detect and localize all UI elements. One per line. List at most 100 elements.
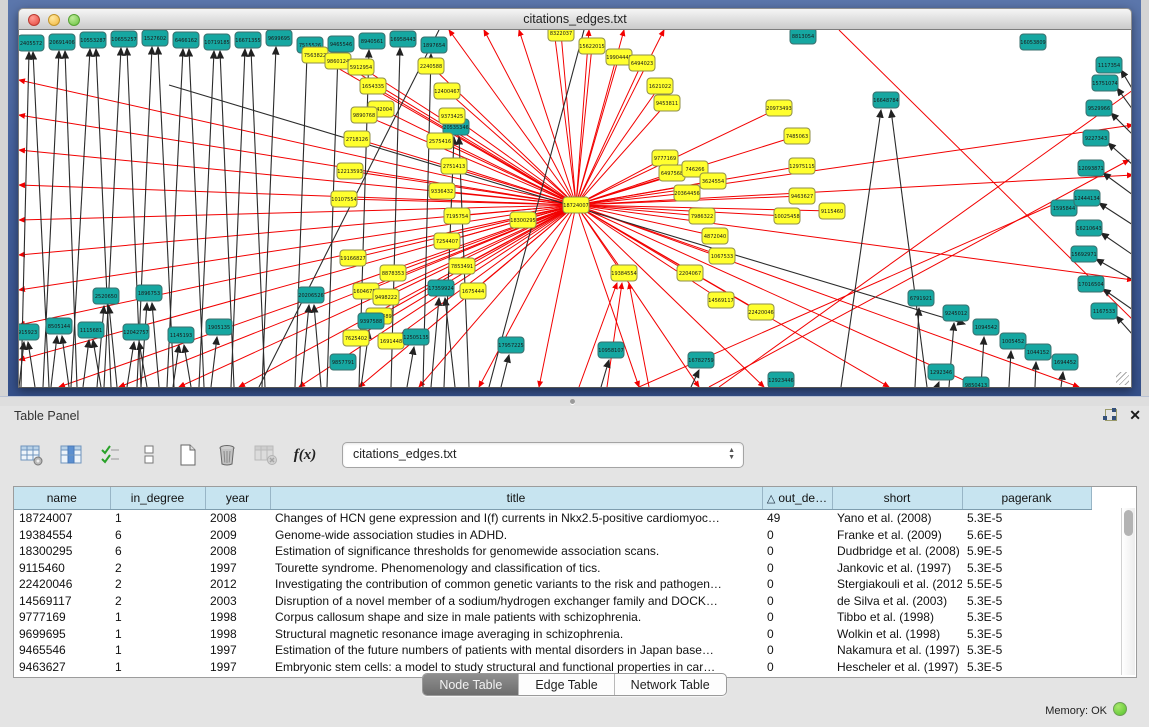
graph-node[interactable]: 12975115: [789, 158, 815, 174]
graph-node[interactable]: 2204067: [677, 265, 703, 281]
graph-node[interactable]: 19904448: [606, 49, 632, 65]
graph-node[interactable]: 16210643: [1076, 220, 1102, 236]
graph-edge[interactable]: [373, 86, 576, 205]
table-selector-dropdown[interactable]: citations_edges.txt ▲▼: [342, 442, 744, 468]
table-cell[interactable]: 0: [762, 609, 832, 626]
graph-node[interactable]: 9245012: [943, 305, 969, 321]
table-row[interactable]: 1938455462009Genome-wide association stu…: [14, 527, 1091, 544]
table-cell[interactable]: 9115460: [14, 560, 110, 577]
graph-edge[interactable]: [173, 345, 179, 387]
graph-edge[interactable]: [719, 90, 1132, 387]
graph-node[interactable]: 9465546: [328, 36, 354, 52]
graph-node[interactable]: 20691406: [49, 34, 75, 50]
graph-edge[interactable]: [576, 30, 589, 205]
graph-node[interactable]: 9860124: [325, 53, 351, 69]
graph-edge[interactable]: [93, 340, 101, 387]
graph-edge[interactable]: [301, 305, 309, 387]
table-row[interactable]: 1830029562008Estimation of significance …: [14, 543, 1091, 560]
graph-node[interactable]: 7986322: [689, 208, 715, 224]
graph-edge[interactable]: [579, 283, 617, 387]
new-column-button[interactable]: [174, 441, 202, 469]
graph-edge[interactable]: [184, 345, 191, 387]
graph-node[interactable]: 1675444: [460, 283, 486, 299]
table-cell[interactable]: 5.3E-5: [962, 642, 1091, 659]
graph-node[interactable]: 9850413: [963, 377, 989, 387]
graph-node[interactable]: 16958443: [390, 31, 416, 47]
graph-node[interactable]: 2575416: [427, 133, 453, 149]
graph-edge[interactable]: [239, 205, 576, 387]
zoom-window-button[interactable]: [68, 14, 80, 26]
graph-node[interactable]: 1292346: [928, 364, 954, 380]
graph-node[interactable]: 1595844: [1051, 200, 1077, 216]
table-cell[interactable]: 1998: [205, 609, 270, 626]
graph-edge[interactable]: [576, 205, 1079, 387]
graph-node[interactable]: 2751413: [441, 158, 467, 174]
graph-node[interactable]: 7563822: [302, 47, 328, 63]
table-cell[interactable]: 6: [110, 543, 205, 560]
graph-edge[interactable]: [915, 308, 919, 387]
attribute-table-container[interactable]: namein_degreeyeartitle△out_de…shortpager…: [13, 486, 1137, 678]
function-builder-button[interactable]: f(x): [291, 441, 319, 469]
graph-node[interactable]: 10107554: [331, 191, 357, 207]
graph-edge[interactable]: [152, 303, 159, 387]
graph-node[interactable]: 6466162: [173, 32, 199, 48]
table-cell[interactable]: 9465546: [14, 642, 110, 659]
column-header-short[interactable]: short: [832, 487, 962, 510]
graph-edge[interactable]: [431, 298, 439, 387]
graph-node[interactable]: 9463627: [789, 188, 815, 204]
table-cell[interactable]: 9777169: [14, 609, 110, 626]
table-cell[interactable]: 5.3E-5: [962, 560, 1091, 577]
graph-edge[interactable]: [141, 303, 147, 387]
table-cell[interactable]: 5.3E-5: [962, 593, 1091, 610]
table-cell[interactable]: 0: [762, 576, 832, 593]
table-cell[interactable]: Disruption of a novel member of a sodium…: [270, 593, 762, 610]
graph-node[interactable]: 9529966: [1086, 100, 1112, 116]
table-cell[interactable]: Estimation of the future numbers of pati…: [270, 642, 762, 659]
table-cell[interactable]: Nakamura et al. (1997): [832, 642, 962, 659]
graph-node[interactable]: 9453811: [654, 95, 680, 111]
graph-node[interactable]: 7485063: [784, 128, 810, 144]
table-cell[interactable]: 5.3E-5: [962, 510, 1091, 527]
table-cell[interactable]: 19384554: [14, 527, 110, 544]
graph-node[interactable]: 1145193: [168, 327, 194, 343]
table-cell[interactable]: Stergiakouli et al. (2012): [832, 576, 962, 593]
table-cell[interactable]: 5.3E-5: [962, 626, 1091, 643]
graph-node[interactable]: 1115681: [78, 322, 104, 338]
graph-node[interactable]: 9890768: [351, 107, 377, 123]
table-cell[interactable]: 2012: [205, 576, 270, 593]
table-cell[interactable]: Wolkin et al. (1998): [832, 626, 962, 643]
table-cell[interactable]: 6: [110, 527, 205, 544]
table-vertical-scrollbar[interactable]: [1121, 508, 1135, 675]
graph-node[interactable]: 8940561: [359, 33, 385, 49]
graph-node[interactable]: 9777169: [652, 150, 678, 166]
column-header-pagerank[interactable]: pagerank: [962, 487, 1091, 510]
graph-edge[interactable]: [576, 205, 639, 387]
graph-node[interactable]: 1897654: [421, 37, 447, 53]
graph-edge[interactable]: [1035, 362, 1036, 387]
network-canvas[interactable]: 2405572206914061055328710655257152760264…: [18, 30, 1132, 388]
select-all-button[interactable]: [96, 441, 124, 469]
table-cell[interactable]: 2008: [205, 543, 270, 560]
graph-node[interactable]: 12093871: [1078, 160, 1104, 176]
tab-network-table[interactable]: Network Table: [614, 674, 726, 695]
graph-node[interactable]: 1044152: [1025, 344, 1051, 360]
graph-node[interactable]: 8813054: [790, 30, 816, 44]
graph-edge[interactable]: [407, 347, 414, 387]
graph-node[interactable]: 22420046: [748, 304, 774, 320]
graph-edge[interactable]: [83, 340, 89, 387]
table-cell[interactable]: 14569117: [14, 593, 110, 610]
table-cell[interactable]: Dudbridge et al. (2008): [832, 543, 962, 560]
table-cell[interactable]: 49: [762, 510, 832, 527]
resize-grip[interactable]: [1116, 372, 1129, 385]
graph-node[interactable]: 1694452: [1052, 354, 1078, 370]
graph-edge[interactable]: [251, 49, 265, 387]
table-cell[interactable]: 0: [762, 560, 832, 577]
column-header-out_de[interactable]: △out_de…: [762, 487, 832, 510]
graph-edge[interactable]: [561, 33, 576, 205]
table-cell[interactable]: 2008: [205, 510, 270, 527]
graph-node[interactable]: 2520650: [93, 288, 119, 304]
graph-node[interactable]: 16648784: [873, 92, 899, 108]
graph-node[interactable]: 1117354: [1096, 57, 1122, 73]
graph-node[interactable]: 15692971: [1071, 246, 1097, 262]
table-cell[interactable]: 2: [110, 593, 205, 610]
